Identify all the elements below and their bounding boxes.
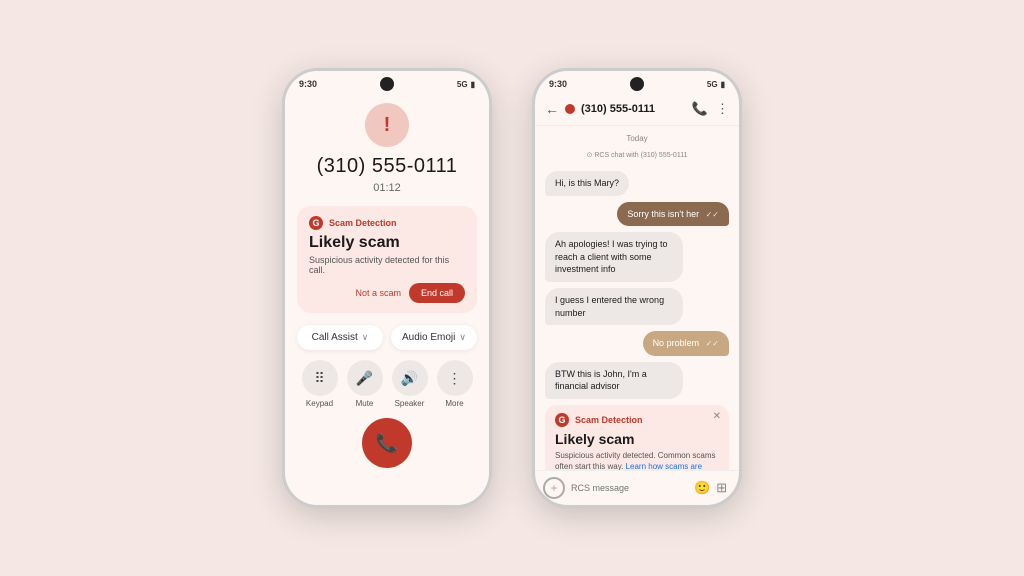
signal-2: 5G xyxy=(707,80,718,89)
keypad-icon[interactable]: ⠿ xyxy=(302,360,338,396)
more-icon[interactable]: ⋮ xyxy=(437,360,473,396)
scam-logo-icon-1: G xyxy=(309,216,323,230)
end-call-circle-button[interactable]: 📞 xyxy=(362,418,412,468)
scam-card-header-1: G Scam Detection xyxy=(309,216,465,230)
message-bubble-3: Ah apologies! I was trying to reach a cl… xyxy=(545,232,683,282)
status-icons-1: 5G ▮ xyxy=(457,80,475,89)
phone-icon[interactable]: 📞 xyxy=(692,101,708,117)
scam-detection-card-2: ✕ G Scam Detection Likely scam Suspiciou… xyxy=(545,405,729,470)
warning-circle: ! xyxy=(365,103,409,147)
scam-actions-1: Not a scam End call xyxy=(309,283,465,303)
status-bar-1: 9:30 5G ▮ xyxy=(285,71,489,93)
call-controls: ⠿ Keypad 🎤 Mute 🔊 Speaker ⋮ More xyxy=(297,360,477,408)
phone-message-screen: 9:30 5G ▮ ← (310) 555-0111 📞 ⋮ Today ⊙ R… xyxy=(532,68,742,508)
input-action-icons: 🙂 ⊞ 🎤 xyxy=(694,480,742,496)
rcs-icon: ⊙ xyxy=(587,152,593,159)
message-input-bar: + 🙂 ⊞ 🎤 xyxy=(535,470,739,505)
chevron-down-icon-assist: ∨ xyxy=(362,332,369,343)
exclamation-icon: ! xyxy=(384,114,391,137)
scam-title-2: Likely scam xyxy=(555,431,719,447)
mute-control: 🎤 Mute xyxy=(347,360,383,408)
speaker-icon[interactable]: 🔊 xyxy=(392,360,428,396)
battery-1: ▮ xyxy=(471,80,475,89)
mute-label: Mute xyxy=(356,399,374,408)
scam-title-1: Likely scam xyxy=(309,234,465,252)
chat-date: Today xyxy=(545,134,729,143)
check-icon-2: ✓✓ xyxy=(706,339,719,348)
emoji-icon[interactable]: 🙂 xyxy=(694,480,710,496)
status-bar-2: 9:30 5G ▮ xyxy=(535,71,739,93)
mute-icon[interactable]: 🎤 xyxy=(347,360,383,396)
message-bubble-5: No problem ✓✓ xyxy=(643,331,729,356)
keypad-control: ⠿ Keypad xyxy=(302,360,338,408)
voice-icon[interactable]: 🎤 xyxy=(733,480,742,496)
speaker-label: Speaker xyxy=(395,399,425,408)
keypad-label: Keypad xyxy=(306,399,333,408)
end-call-phone-icon: 📞 xyxy=(376,433,398,454)
chat-area: Today ⊙ RCS chat with (310) 555-0111 Hi,… xyxy=(535,126,739,470)
chevron-down-icon-audio: ∨ xyxy=(459,332,466,343)
scam-label-2: Scam Detection xyxy=(575,415,643,425)
end-call-button[interactable]: End call xyxy=(409,283,465,303)
scam-indicator-dot xyxy=(565,104,575,114)
scam-desc-2: Suspicious activity detected. Common sca… xyxy=(555,450,719,470)
audio-emoji-label: Audio Emoji xyxy=(402,332,455,343)
camera-notch-2 xyxy=(630,77,644,91)
scam-card-header-2: G Scam Detection xyxy=(555,413,719,427)
rcs-info-text: RCS chat with (310) 555-0111 xyxy=(594,152,687,159)
header-action-icons: 📞 ⋮ xyxy=(692,101,729,117)
scam-desc-1: Suspicious activity detected for this ca… xyxy=(309,255,465,275)
message-bubble-2: Sorry this isn't her ✓✓ xyxy=(617,202,729,227)
message-header: ← (310) 555-0111 📞 ⋮ xyxy=(535,93,739,126)
call-duration: 01:12 xyxy=(373,182,401,194)
message-bubble-1: Hi, is this Mary? xyxy=(545,171,629,196)
call-screen: ! (310) 555-0111 01:12 G Scam Detection … xyxy=(285,93,489,505)
more-label: More xyxy=(445,399,463,408)
message-bubble-4: I guess I entered the wrong number xyxy=(545,288,683,325)
check-icon-1: ✓✓ xyxy=(706,210,719,219)
scam-logo-icon-2: G xyxy=(555,413,569,427)
call-assist-button[interactable]: Call Assist ∨ xyxy=(297,325,383,350)
not-scam-button-1[interactable]: Not a scam xyxy=(355,288,401,298)
rcs-info: ⊙ RCS chat with (310) 555-0111 xyxy=(545,151,729,159)
message-bubble-6: BTW this is John, I'm a financial adviso… xyxy=(545,362,683,399)
contact-number: (310) 555-0111 xyxy=(581,103,686,115)
close-scam-card-button[interactable]: ✕ xyxy=(713,411,721,422)
time-2: 9:30 xyxy=(549,79,567,89)
audio-emoji-button[interactable]: Audio Emoji ∨ xyxy=(391,325,477,350)
more-control: ⋮ More xyxy=(437,360,473,408)
phone-call-screen: 9:30 5G ▮ ! (310) 555-0111 01:12 G Scam … xyxy=(282,68,492,508)
speaker-control: 🔊 Speaker xyxy=(392,360,428,408)
caller-number: (310) 555-0111 xyxy=(317,155,458,178)
message-input[interactable] xyxy=(571,483,688,493)
time-1: 9:30 xyxy=(299,79,317,89)
add-attachment-button[interactable]: + xyxy=(543,477,565,499)
status-icons-2: 5G ▮ xyxy=(707,80,725,89)
sticker-icon[interactable]: ⊞ xyxy=(716,480,727,496)
call-assist-label: Call Assist xyxy=(312,332,358,343)
scam-detection-card-1: G Scam Detection Likely scam Suspicious … xyxy=(297,206,477,313)
more-options-icon[interactable]: ⋮ xyxy=(716,101,729,117)
assist-row: Call Assist ∨ Audio Emoji ∨ xyxy=(297,325,477,350)
back-arrow-icon[interactable]: ← xyxy=(545,101,559,117)
battery-2: ▮ xyxy=(721,80,725,89)
camera-notch-1 xyxy=(380,77,394,91)
signal-1: 5G xyxy=(457,80,468,89)
scam-label-1: Scam Detection xyxy=(329,218,397,228)
